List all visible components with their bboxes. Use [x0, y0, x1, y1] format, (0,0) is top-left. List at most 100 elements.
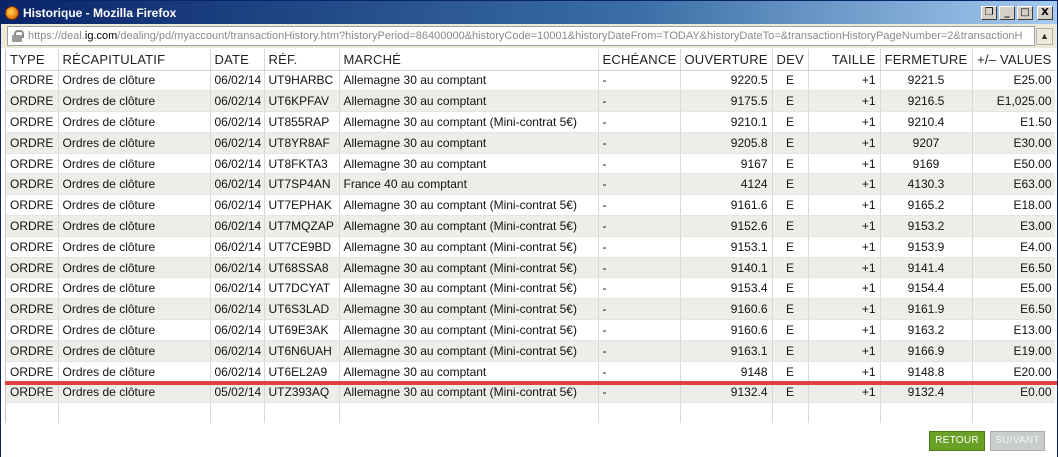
cell-pnl: E1.50	[972, 111, 1055, 133]
cell-date: 06/02/14	[210, 173, 265, 196]
cell-pnl: E4.00	[972, 236, 1055, 258]
cell-close: 9169	[880, 153, 973, 175]
cell-pnl: E18.00	[972, 194, 1055, 217]
cell-size: +1	[808, 194, 881, 217]
table-row[interactable]: ORDRE Ordres de clôture 06/02/14 UT9HARBC Al…	[6, 70, 1055, 92]
cell-market: Allemagne 30 au comptant (Mini-contrat 5…	[339, 236, 599, 258]
table-row[interactable]: ORDRE Ordres de clôture 06/02/14 UT7MQZAP Al…	[6, 215, 1055, 237]
cell-type: ORDRE	[6, 340, 59, 362]
cell-close: 9148.8	[880, 361, 973, 383]
cell-market: Allemagne 30 au comptant (Mini-contrat 5…	[339, 111, 599, 133]
cell-date: 06/02/14	[210, 236, 265, 258]
firefox-icon	[5, 5, 19, 20]
cell-expiry: -	[598, 173, 681, 196]
cell-market: Allemagne 30 au comptant	[339, 70, 599, 92]
cell-close: 9163.2	[880, 319, 973, 341]
cell-currency: E	[772, 381, 809, 404]
cell-market: Allemagne 30 au comptant	[339, 361, 599, 383]
cell-close: 9207	[880, 132, 973, 154]
table-row[interactable]: ORDRE Ordres de clôture 06/02/14 UT7SP4AN Fr…	[6, 173, 1055, 196]
column-header-currency: DEV	[772, 49, 809, 71]
column-header-expiry: ECHÉANCE	[598, 49, 681, 71]
cell-date: 06/02/14	[210, 298, 265, 321]
cell-date: 06/02/14	[210, 215, 265, 237]
cell-ref: UT6S3LAD	[264, 298, 340, 321]
column-header-market: MARCHÉ	[339, 49, 599, 71]
cell-summary: Ordres de clôture	[58, 361, 211, 383]
column-header-pnl: +/– VALUES	[972, 49, 1055, 71]
cell-size: +1	[808, 215, 881, 237]
cell-ref: UT7MQZAP	[264, 215, 340, 237]
cell-summary: Ordres de clôture	[58, 257, 211, 279]
maximize-button[interactable]: □	[1017, 5, 1033, 20]
minimize-button[interactable]: _	[999, 5, 1015, 20]
table-row[interactable]: ORDRE Ordres de clôture 06/02/14 UT6KPFAV Al…	[6, 90, 1055, 113]
cell-summary: Ordres de clôture	[58, 194, 211, 217]
cell-date: 06/02/14	[210, 319, 265, 341]
table-row[interactable]: ORDRE Ordres de clôture 05/02/14 UTZ393AQ Al…	[6, 381, 1055, 404]
cell-open: 9140.1	[680, 257, 773, 279]
title-bar: Historique - Mozilla Firefox ❐ _ □ X	[1, 1, 1057, 24]
close-button[interactable]: X	[1037, 5, 1053, 20]
cell-type: ORDRE	[6, 153, 59, 175]
cell-type: ORDRE	[6, 90, 59, 113]
cell-close: 9216.5	[880, 90, 973, 113]
cell-open: 9153.4	[680, 277, 773, 300]
back-button[interactable]: RETOUR	[929, 431, 985, 451]
transaction-history-table: TYPE RÉCAPITULATIF DATE RÉF. MARCHÉ ECHÉ…	[5, 49, 1055, 423]
cell-pnl: E1,025.00	[972, 90, 1055, 113]
url-bar: https://deal. ig.com/dealing/pd/myaccount…	[1, 24, 1057, 48]
table-row[interactable]: ORDRE Ordres de clôture 06/02/14 UT8FKTA3 Al…	[6, 153, 1055, 175]
cell-expiry: -	[598, 361, 681, 383]
cell-type: ORDRE	[6, 361, 59, 383]
cell-ref: UT9HARBC	[264, 70, 340, 92]
table-row[interactable]: ORDRE Ordres de clôture 06/02/14 UT7EPHAK Al…	[6, 194, 1055, 217]
table-row[interactable]: ORDRE Ordres de clôture 06/02/14 UT6N6UAH Al…	[6, 340, 1055, 362]
restore-icon[interactable]: ❐	[981, 5, 997, 20]
cell-close: 9161.9	[880, 298, 973, 321]
cell-expiry: -	[598, 277, 681, 300]
cell-ref: UT69E3AK	[264, 319, 340, 341]
table-row[interactable]: ORDRE Ordres de clôture 06/02/14 UT855RAP Al…	[6, 111, 1055, 133]
url-field[interactable]: https://deal. ig.com/dealing/pd/myaccount…	[7, 26, 1035, 46]
cell-summary: Ordres de clôture	[58, 381, 211, 404]
cell-expiry: -	[598, 298, 681, 321]
table-row[interactable]: ORDRE Ordres de clôture 06/02/14 UT8YR8AF Al…	[6, 132, 1055, 154]
cell-market: Allemagne 30 au comptant (Mini-contrat 5…	[339, 298, 599, 321]
cell-type: ORDRE	[6, 70, 59, 92]
next-button[interactable]: SUIVANT	[990, 431, 1045, 451]
scroll-up-icon[interactable]: ▲	[1036, 28, 1053, 45]
lock-icon	[12, 30, 24, 42]
cell-size: +1	[808, 340, 881, 362]
cell-pnl: E50.00	[972, 153, 1055, 175]
cell-open: 9220.5	[680, 70, 773, 92]
cell-open: 9161.6	[680, 194, 773, 217]
cell-open: 9153.1	[680, 236, 773, 258]
table-row[interactable]: ORDRE Ordres de clôture 06/02/14 UT7DCYAT Al…	[6, 277, 1055, 300]
cell-expiry: -	[598, 381, 681, 404]
cell-size: +1	[808, 132, 881, 154]
cell-expiry: -	[598, 215, 681, 237]
table-row[interactable]: ORDRE Ordres de clôture 06/02/14 UT69E3AK Al…	[6, 319, 1055, 341]
cell-size: +1	[808, 298, 881, 321]
empty-cell	[808, 402, 881, 423]
table-row[interactable]: ORDRE Ordres de clôture 06/02/14 UT7CE9BD Al…	[6, 236, 1055, 258]
table-row[interactable]: ORDRE Ordres de clôture 06/02/14 UT6EL2A9 Al…	[6, 361, 1055, 383]
cell-summary: Ordres de clôture	[58, 236, 211, 258]
cell-currency: E	[772, 319, 809, 341]
cell-summary: Ordres de clôture	[58, 319, 211, 341]
empty-cell	[772, 402, 809, 423]
cell-pnl: E13.00	[972, 319, 1055, 341]
cell-market: Allemagne 30 au comptant (Mini-contrat 5…	[339, 194, 599, 217]
column-header-size: TAILLE	[808, 49, 881, 71]
cell-ref: UT68SSA8	[264, 257, 340, 279]
table-row[interactable]: ORDRE Ordres de clôture 06/02/14 UT68SSA8 Al…	[6, 257, 1055, 279]
column-header-type: TYPE	[6, 49, 59, 71]
cell-ref: UT6KPFAV	[264, 90, 340, 113]
page-divider	[5, 381, 1057, 385]
cell-summary: Ordres de clôture	[58, 340, 211, 362]
cell-ref: UT7CE9BD	[264, 236, 340, 258]
cell-ref: UT6EL2A9	[264, 361, 340, 383]
cell-ref: UT6N6UAH	[264, 340, 340, 362]
table-row[interactable]: ORDRE Ordres de clôture 06/02/14 UT6S3LAD Al…	[6, 298, 1055, 321]
